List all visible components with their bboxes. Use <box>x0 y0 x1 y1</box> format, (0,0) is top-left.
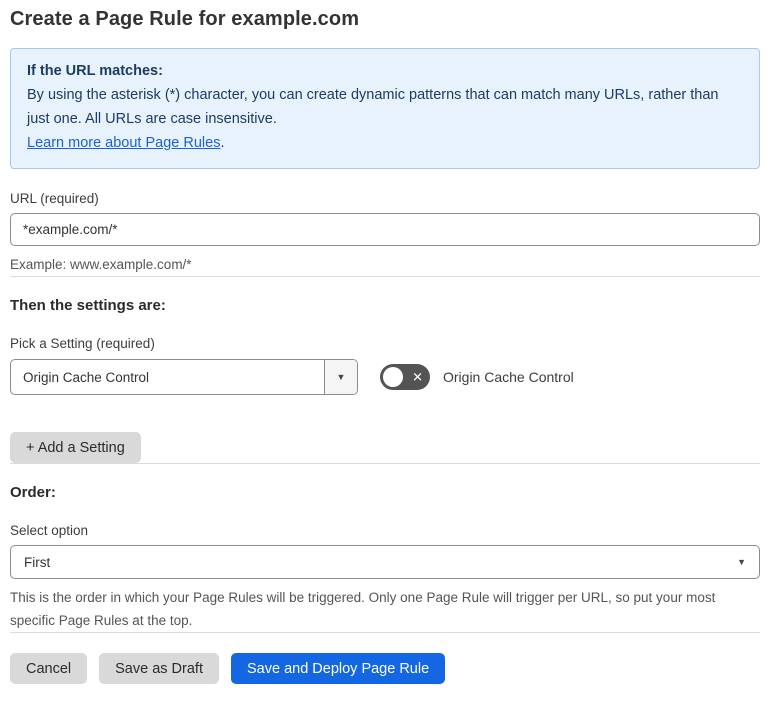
add-setting-button[interactable]: + Add a Setting <box>10 432 141 463</box>
pick-setting-label: Pick a Setting (required) <box>10 336 155 351</box>
create-page-rule-form: Create a Page Rule for example.com If th… <box>0 8 770 684</box>
info-box-heading: If the URL matches: <box>27 63 163 79</box>
toggle-label: Origin Cache Control <box>443 369 574 385</box>
order-help-text: This is the order in which your Page Rul… <box>10 590 716 628</box>
save-draft-button[interactable]: Save as Draft <box>99 653 219 684</box>
url-match-info-box: If the URL matches: By using the asteris… <box>10 48 760 169</box>
chevron-down-icon: ▼ <box>336 371 346 382</box>
setting-select-caret-button[interactable]: ▼ <box>324 360 357 394</box>
order-select-value: First <box>24 554 51 570</box>
save-deploy-button[interactable]: Save and Deploy Page Rule <box>230 653 446 684</box>
origin-cache-control-toggle[interactable]: ✕ <box>380 364 430 390</box>
divider <box>10 632 760 633</box>
page-title: Create a Page Rule for example.com <box>10 8 360 30</box>
order-section-heading: Order: <box>10 484 56 501</box>
order-select-label: Select option <box>10 523 89 538</box>
order-select[interactable]: First ▼ <box>10 545 760 579</box>
url-input[interactable] <box>10 213 760 246</box>
settings-section-heading: Then the settings are: <box>10 297 166 314</box>
cancel-button[interactable]: Cancel <box>10 653 88 684</box>
link-suffix: . <box>220 135 225 151</box>
info-link-line: Learn more about Page Rules. <box>27 131 743 155</box>
url-example-hint: Example: www.example.com/* <box>10 257 192 272</box>
divider <box>10 276 760 277</box>
footer-actions: Cancel Save as Draft Save and Deploy Pag… <box>10 653 760 684</box>
chevron-down-icon: ▼ <box>737 556 746 567</box>
learn-more-link[interactable]: Learn more about Page Rules <box>27 135 220 151</box>
info-box-body: By using the asterisk (*) character, you… <box>27 87 719 127</box>
setting-select-value: Origin Cache Control <box>23 369 150 385</box>
setting-row: Origin Cache Control ▼ ✕ Origin Cache Co… <box>10 359 760 395</box>
divider <box>10 463 760 464</box>
toggle-knob <box>383 367 403 387</box>
setting-select[interactable]: Origin Cache Control ▼ <box>10 359 358 395</box>
toggle-off-icon: ✕ <box>412 369 423 385</box>
url-label: URL (required) <box>10 191 99 206</box>
